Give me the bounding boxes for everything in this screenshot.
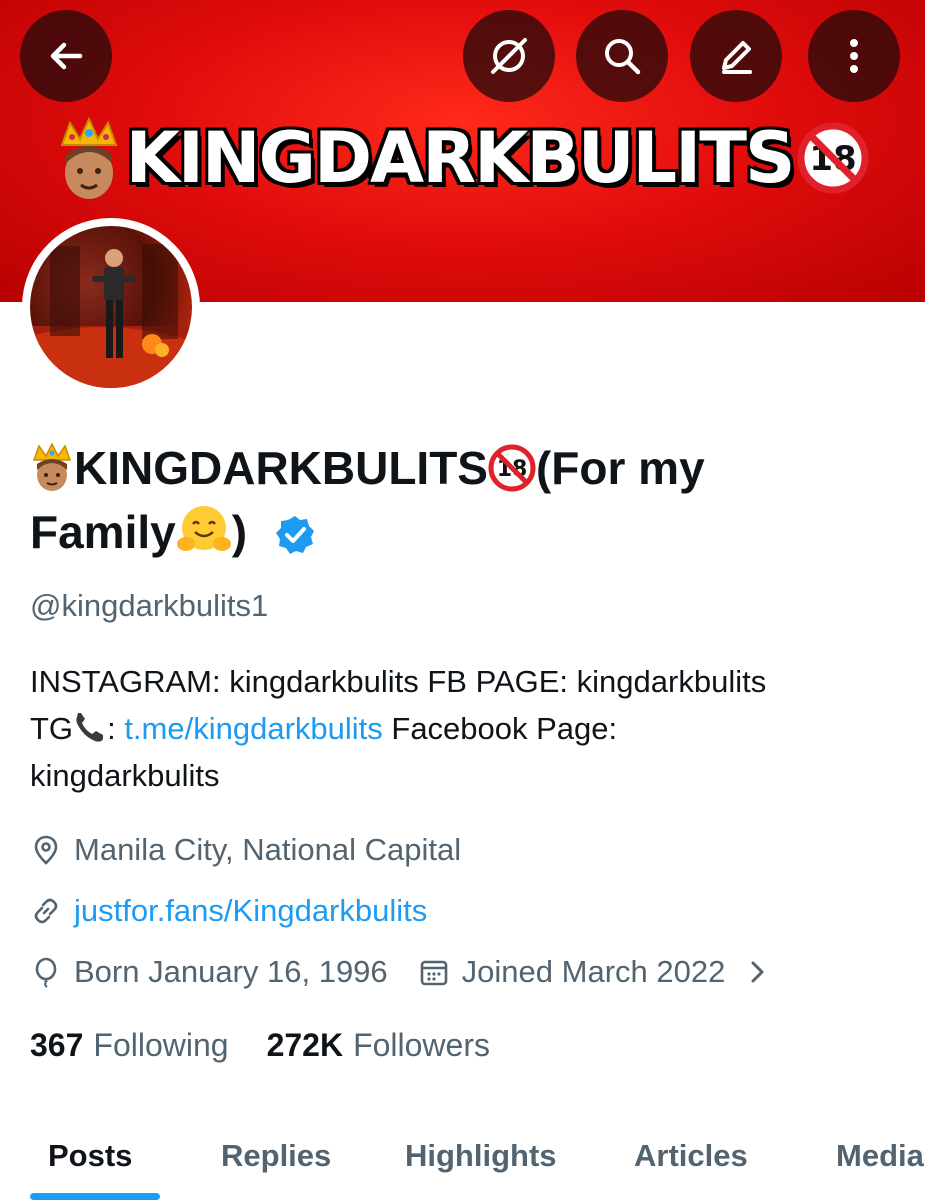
edit-button[interactable] xyxy=(690,10,782,102)
join-date-text: Joined March 2022 xyxy=(461,954,726,989)
back-button[interactable] xyxy=(20,10,112,102)
no-under-18-emoji-icon: 18 xyxy=(797,122,869,194)
followers-stat[interactable]: 272K Followers xyxy=(267,1027,490,1064)
following-stat[interactable]: 367 Following xyxy=(30,1027,229,1064)
no-under-18-emoji-icon: 18 xyxy=(488,444,536,492)
tab-media[interactable]: Media xyxy=(836,1138,924,1174)
tab-highlights[interactable]: Highlights xyxy=(405,1138,557,1174)
incognito-icon xyxy=(491,38,527,74)
verified-badge-icon xyxy=(274,514,316,556)
join-date[interactable]: Joined March 2022 xyxy=(418,954,774,990)
location-text: Manila City, National Capital xyxy=(74,832,462,867)
bio-line-1: INSTAGRAM: kingdarkbulits FB PAGE: kingd… xyxy=(30,664,767,699)
bio-telegram-link[interactable]: t.me/kingdarkbulits xyxy=(124,711,382,746)
following-count: 367 xyxy=(30,1027,84,1063)
banner-title-text: KINGDARKBULITS xyxy=(124,115,798,201)
tab-posts[interactable]: Posts xyxy=(48,1138,132,1174)
display-name-part4: ) xyxy=(231,506,248,558)
birth-date-text: Born January 16, 1996 xyxy=(74,954,388,989)
tab-articles[interactable]: Articles xyxy=(634,1138,748,1174)
profile-location: Manila City, National Capital xyxy=(30,832,461,868)
banner-title: KINGDARKBULITS 18 xyxy=(0,108,925,208)
telephone-receiver-emoji-icon xyxy=(73,711,107,743)
active-tab-indicator xyxy=(30,1193,160,1200)
chevron-right-icon[interactable] xyxy=(741,956,773,988)
bio-tg-prefix: TG xyxy=(30,711,74,746)
profile-tabs: Posts Replies Highlights Articles Media xyxy=(0,1120,925,1200)
follow-stats: 367 Following 272K Followers xyxy=(30,1027,490,1064)
more-vertical-icon xyxy=(850,39,858,73)
calendar-icon xyxy=(420,960,447,986)
balloon-icon xyxy=(35,957,57,988)
profile-avatar[interactable] xyxy=(22,218,200,396)
birth-date: Born January 16, 1996 xyxy=(30,954,388,990)
crown-person-emoji-icon xyxy=(56,115,122,201)
location-pin-icon xyxy=(34,835,58,865)
followers-count: 272K xyxy=(266,1027,344,1063)
edit-icon xyxy=(722,41,752,74)
display-name-part1: KINGDARKBULITS xyxy=(74,442,488,494)
tab-replies[interactable]: Replies xyxy=(221,1138,331,1174)
bio-tg-colon: : xyxy=(107,711,116,746)
search-icon xyxy=(605,39,641,75)
arrow-left-icon xyxy=(50,42,83,70)
avatar-photo xyxy=(30,226,192,388)
display-name-part2: (For my xyxy=(535,442,705,494)
more-button[interactable] xyxy=(808,10,900,102)
profile-dates: Born January 16, 1996 Joined March 2022 xyxy=(30,954,773,990)
profile-bio: INSTAGRAM: kingdarkbulits FB PAGE: kingd… xyxy=(30,658,910,799)
crown-person-emoji-icon xyxy=(30,442,74,492)
profile-handle: @kingdarkbulits1 xyxy=(30,588,269,623)
search-button[interactable] xyxy=(576,10,668,102)
display-name: KINGDARKBULITS 18 (For my Family ) xyxy=(30,436,900,564)
website-link[interactable]: justfor.fans/Kingdarkbulits xyxy=(74,893,427,929)
bio-line-3: kingdarkbulits xyxy=(30,758,220,793)
hugging-face-emoji-icon xyxy=(176,502,232,556)
incognito-button[interactable] xyxy=(463,10,555,102)
bio-after-link: Facebook Page: xyxy=(382,711,618,746)
profile-website[interactable]: justfor.fans/Kingdarkbulits xyxy=(30,893,427,929)
following-label: Following xyxy=(93,1027,229,1063)
link-icon xyxy=(34,898,58,924)
display-name-part3: Family xyxy=(30,506,176,558)
followers-label: Followers xyxy=(353,1027,490,1063)
